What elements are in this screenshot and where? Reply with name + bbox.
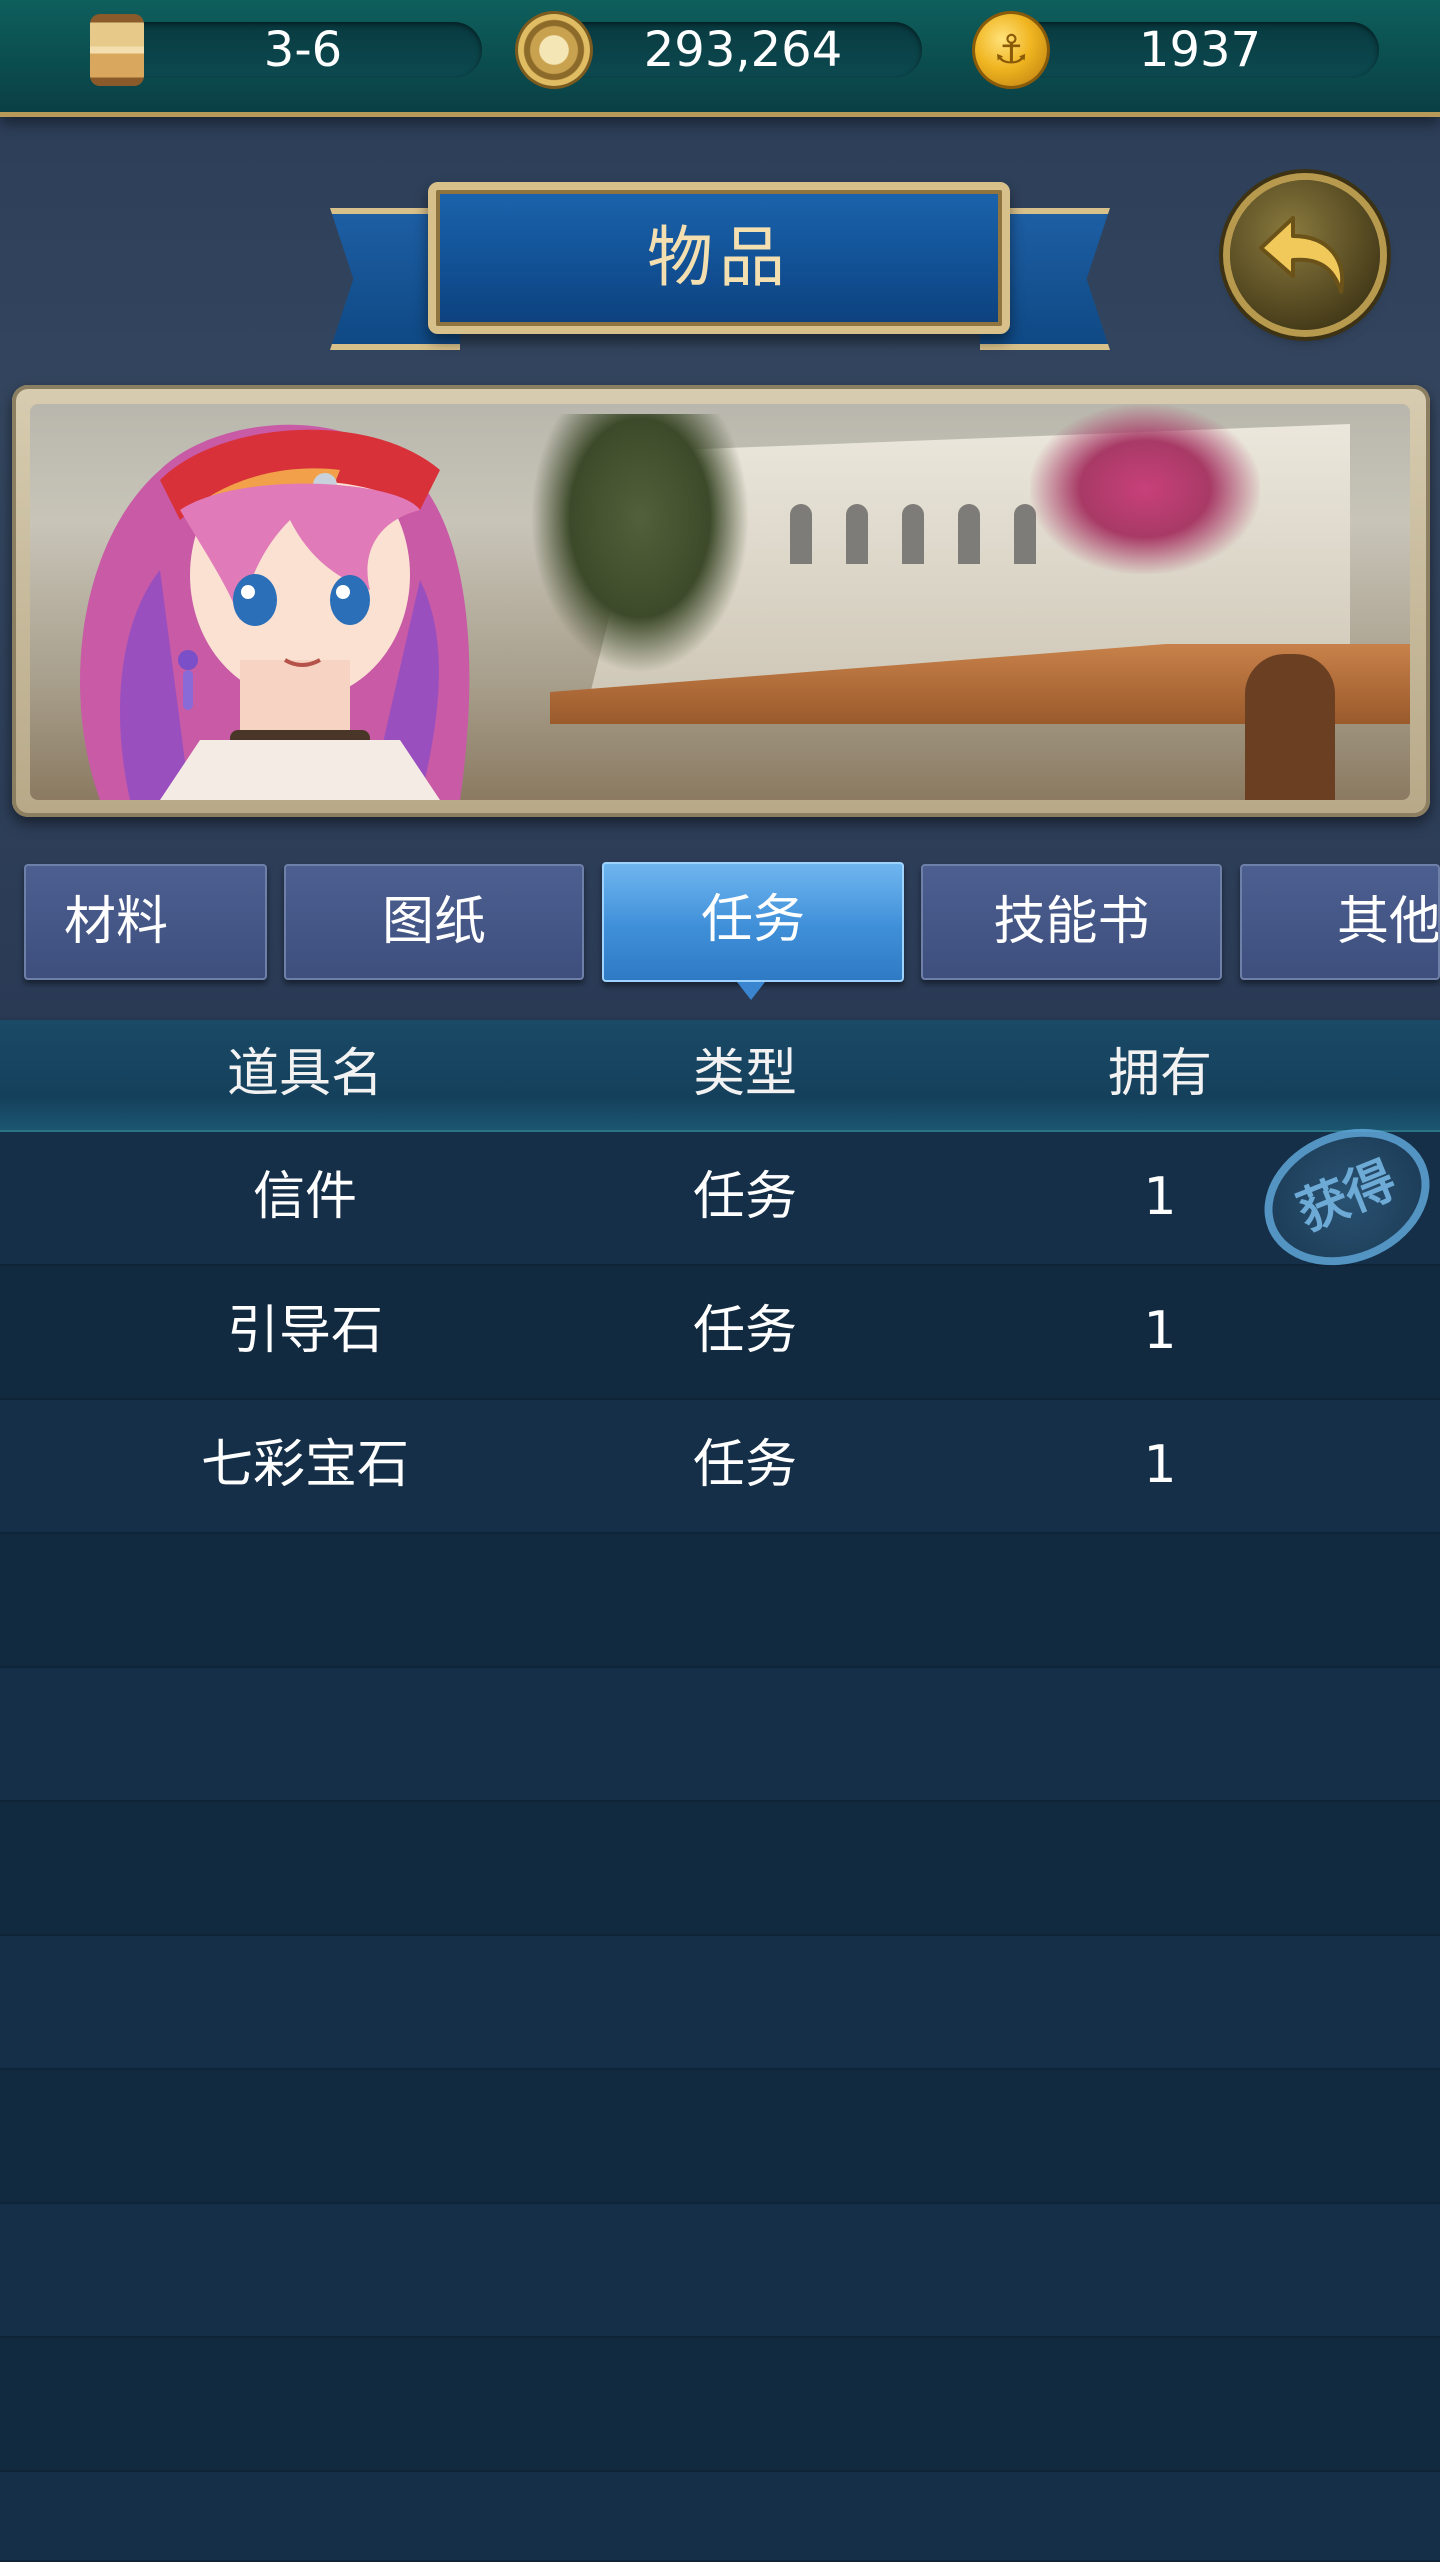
empty-row — [0, 1534, 1440, 1668]
page-title: 物品 — [647, 219, 791, 296]
palm-tree-illustration — [530, 414, 750, 674]
table-header: 道具名 类型 拥有 — [0, 1020, 1440, 1133]
tab-materials[interactable]: 材料 — [24, 864, 267, 980]
item-type: 任务 — [692, 1435, 797, 1495]
flowers-illustration — [1030, 404, 1260, 574]
back-button[interactable] — [1230, 180, 1380, 330]
gold-counter[interactable]: 293,264 — [518, 14, 938, 86]
item-name: 七彩宝石 — [200, 1435, 409, 1495]
title-banner: 物品 — [428, 182, 1010, 334]
table-row[interactable]: 七彩宝石 任务 1 — [0, 1400, 1440, 1534]
resource-bar: 3-6 293,264 ⚓ 1937 — [0, 0, 1440, 117]
item-owned: 1 — [1143, 1435, 1177, 1495]
coin-value: 1937 — [1138, 22, 1262, 78]
empty-row — [0, 1802, 1440, 1936]
item-type: 任务 — [692, 1301, 797, 1361]
tab-quest[interactable]: 任务 — [602, 862, 904, 982]
item-type: 任务 — [692, 1167, 797, 1227]
tab-other[interactable]: 其他 — [1240, 864, 1440, 980]
townsperson-illustration — [1245, 654, 1335, 800]
hourglass-icon — [90, 14, 144, 86]
empty-row — [0, 2204, 1440, 2338]
table-row[interactable]: 引导石 任务 1 — [0, 1266, 1440, 1400]
item-name: 信件 — [252, 1167, 357, 1227]
tab-blueprints[interactable]: 图纸 — [284, 864, 584, 980]
gold-value: 293,264 — [643, 22, 843, 78]
header-owned[interactable]: 拥有 — [960, 1020, 1360, 1128]
empty-row — [0, 2338, 1440, 2472]
empty-row — [0, 2070, 1440, 2204]
tab-skill-books[interactable]: 技能书 — [921, 864, 1222, 980]
compass-icon — [518, 14, 590, 86]
header-item-name[interactable]: 道具名 — [105, 1020, 505, 1128]
stage-value: 3-6 — [263, 22, 343, 78]
empty-row — [0, 1668, 1440, 1802]
header-type[interactable]: 类型 — [545, 1020, 945, 1128]
table-row[interactable]: 信件 任务 1 — [0, 1132, 1440, 1266]
back-arrow-icon — [1259, 216, 1345, 294]
character-portrait — [80, 424, 470, 800]
category-tabs: 材料 图纸 任务 技能书 其他 — [0, 862, 1440, 984]
empty-row — [0, 2472, 1440, 2562]
item-name: 引导石 — [226, 1301, 383, 1361]
anchor-coin-icon: ⚓ — [975, 14, 1047, 86]
coin-counter[interactable]: ⚓ 1937 — [975, 14, 1395, 86]
stage-counter[interactable]: 3-6 — [78, 14, 482, 86]
item-owned: 1 — [1143, 1301, 1177, 1361]
empty-row — [0, 1936, 1440, 2070]
